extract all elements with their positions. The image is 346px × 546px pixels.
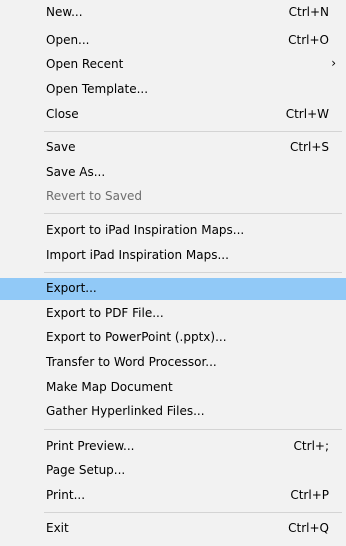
- menu-item-label: Gather Hyperlinked Files...: [46, 404, 205, 418]
- menu-item-gather-hyperlinked[interactable]: Gather Hyperlinked Files...: [0, 401, 346, 423]
- menu-item-transfer-word[interactable]: Transfer to Word Processor...: [0, 352, 346, 374]
- menu-item-open[interactable]: Open... Ctrl+O: [0, 30, 346, 52]
- file-menu: New... Ctrl+N Open... Ctrl+O Open Recent…: [0, 0, 346, 546]
- menu-item-label: Make Map Document: [46, 380, 173, 394]
- menu-item-label: Open Template...: [46, 82, 149, 96]
- menu-item-open-template[interactable]: Open Template...: [0, 79, 346, 101]
- menu-item-new[interactable]: New... Ctrl+N: [0, 2, 346, 24]
- menu-item-label: Export to PowerPoint (.pptx)...: [46, 330, 227, 344]
- menu-item-export[interactable]: Export...: [0, 278, 346, 300]
- menu-item-label: Open Recent: [46, 57, 124, 71]
- menu-item-shortcut: Ctrl+Q: [288, 521, 329, 535]
- menu-item-label: Revert to Saved: [46, 189, 143, 203]
- menu-item-close[interactable]: Close Ctrl+W: [0, 104, 346, 126]
- menu-item-export-pdf[interactable]: Export to PDF File...: [0, 303, 346, 325]
- menu-separator: [44, 512, 342, 513]
- menu-item-shortcut: Ctrl+O: [288, 33, 329, 47]
- menu-item-make-map-document[interactable]: Make Map Document: [0, 377, 346, 399]
- menu-item-print[interactable]: Print... Ctrl+P: [0, 485, 346, 507]
- menu-item-label: Print Preview...: [46, 439, 135, 453]
- menu-item-save-as[interactable]: Save As...: [0, 162, 346, 184]
- menu-item-page-setup[interactable]: Page Setup...: [0, 460, 346, 482]
- menu-separator: [44, 131, 342, 132]
- menu-item-shortcut: Ctrl+W: [285, 107, 329, 121]
- menu-item-label: Transfer to Word Processor...: [46, 355, 217, 369]
- menu-item-revert-to-saved: Revert to Saved: [0, 186, 346, 208]
- menu-item-label: Export...: [46, 281, 97, 295]
- menu-item-label: New...: [46, 5, 83, 19]
- menu-item-shortcut: Ctrl+N: [288, 5, 329, 19]
- menu-separator: [44, 213, 342, 214]
- menu-separator: [44, 272, 342, 273]
- menu-item-label: Export to iPad Inspiration Maps...: [46, 223, 245, 237]
- menu-item-exit[interactable]: Exit Ctrl+Q: [0, 518, 346, 540]
- menu-item-shortcut: Ctrl+S: [289, 140, 329, 154]
- menu-separator: [44, 429, 342, 430]
- menu-item-label: Exit: [46, 521, 69, 535]
- menu-item-export-pptx[interactable]: Export to PowerPoint (.pptx)...: [0, 327, 346, 349]
- menu-item-label: Export to PDF File...: [46, 306, 164, 320]
- menu-item-open-recent[interactable]: Open Recent ›: [0, 54, 346, 76]
- menu-item-shortcut: Ctrl+P: [290, 488, 329, 502]
- menu-item-label: Page Setup...: [46, 463, 126, 477]
- menu-item-save[interactable]: Save Ctrl+S: [0, 137, 346, 159]
- menu-item-import-ipad[interactable]: Import iPad Inspiration Maps...: [0, 245, 346, 267]
- menu-item-label: Save As...: [46, 165, 106, 179]
- menu-item-label: Print...: [46, 488, 86, 502]
- menu-item-label: Import iPad Inspiration Maps...: [46, 248, 229, 262]
- menu-item-label: Open...: [46, 33, 90, 47]
- chevron-right-icon: ›: [331, 56, 336, 70]
- menu-item-shortcut: Ctrl+;: [293, 439, 329, 453]
- menu-item-label: Save: [46, 140, 76, 154]
- menu-item-export-ipad[interactable]: Export to iPad Inspiration Maps...: [0, 220, 346, 242]
- menu-item-print-preview[interactable]: Print Preview... Ctrl+;: [0, 436, 346, 458]
- menu-item-label: Close: [46, 107, 79, 121]
